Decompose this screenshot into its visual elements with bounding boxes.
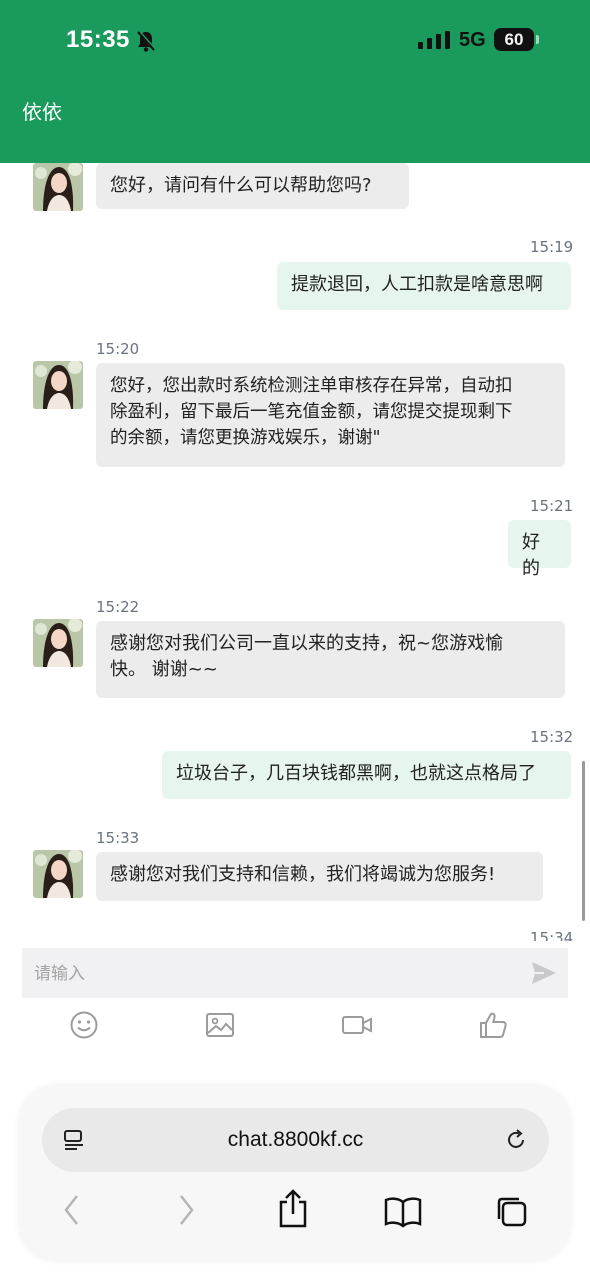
url-text[interactable]: chat.8800kf.cc: [42, 1108, 549, 1172]
tabs-icon[interactable]: [494, 1194, 530, 1230]
agent-avatar: [33, 163, 83, 211]
signal-icon: [418, 31, 450, 49]
agent-avatar: [33, 850, 83, 898]
chat-area[interactable]: 您好，请问有什么可以帮助您吗? 15:19 提款退回，人工扣款是啥意思啊 15:…: [0, 163, 590, 941]
bell-muted-icon: [137, 30, 156, 52]
bookmarks-icon[interactable]: [384, 1196, 422, 1228]
back-icon[interactable]: [62, 1190, 82, 1230]
video-icon[interactable]: [341, 1010, 373, 1040]
message-timestamp: 15:21: [530, 497, 574, 515]
battery-indicator: 60: [494, 28, 534, 51]
message-bubble-user: 提款退回，人工扣款是啥意思啊: [277, 262, 571, 310]
agent-avatar: [33, 619, 83, 667]
forward-icon[interactable]: [176, 1190, 196, 1230]
message-input-bar: [22, 948, 568, 1000]
chat-title: 依依: [22, 100, 62, 124]
message-bubble-agent: 感谢您对我们公司一直以来的支持，祝~您游戏愉 快。 谢谢~~: [96, 621, 565, 698]
chat-scrollbar[interactable]: [582, 761, 585, 921]
message-bubble-agent: 您好，您出款时系统检测注单审核存在异常，自动扣 除盈利，留下最后一笔充值金额，请…: [96, 363, 565, 467]
image-icon[interactable]: [205, 1010, 235, 1040]
message-input[interactable]: [32, 948, 526, 1000]
top-bar: 15:35 5G 60 依依: [0, 0, 590, 163]
share-icon[interactable]: [276, 1188, 310, 1230]
network-label: 5G: [459, 29, 486, 51]
message-bubble-user: 垃圾台子，几百块钱都黑啊，也就这点格局了: [162, 751, 571, 799]
page-menu-icon[interactable]: [63, 1129, 85, 1151]
thumbs-up-icon[interactable]: [478, 1010, 508, 1040]
message-bubble-user: 好的: [508, 520, 571, 579]
message-timestamp: 15:19: [530, 238, 574, 256]
reload-icon[interactable]: [504, 1128, 528, 1152]
message-bubble-agent: 您好，请问有什么可以帮助您吗?: [96, 163, 409, 209]
emoji-icon[interactable]: [69, 1010, 99, 1040]
status-time: 15:35: [66, 26, 130, 53]
send-icon[interactable]: [530, 959, 558, 987]
address-bar[interactable]: chat.8800kf.cc: [42, 1108, 549, 1172]
message-bubble-agent: 感谢您对我们支持和信赖，我们将竭诚为您服务!: [96, 852, 543, 901]
agent-avatar: [33, 361, 83, 409]
message-timestamp: 15:33: [96, 829, 140, 847]
message-timestamp: 15:22: [96, 598, 140, 616]
message-timestamp: 15:20: [96, 340, 140, 358]
message-timestamp: 15:32: [530, 728, 574, 746]
message-timestamp: 15:34: [530, 929, 574, 941]
battery-cap: [536, 35, 539, 44]
